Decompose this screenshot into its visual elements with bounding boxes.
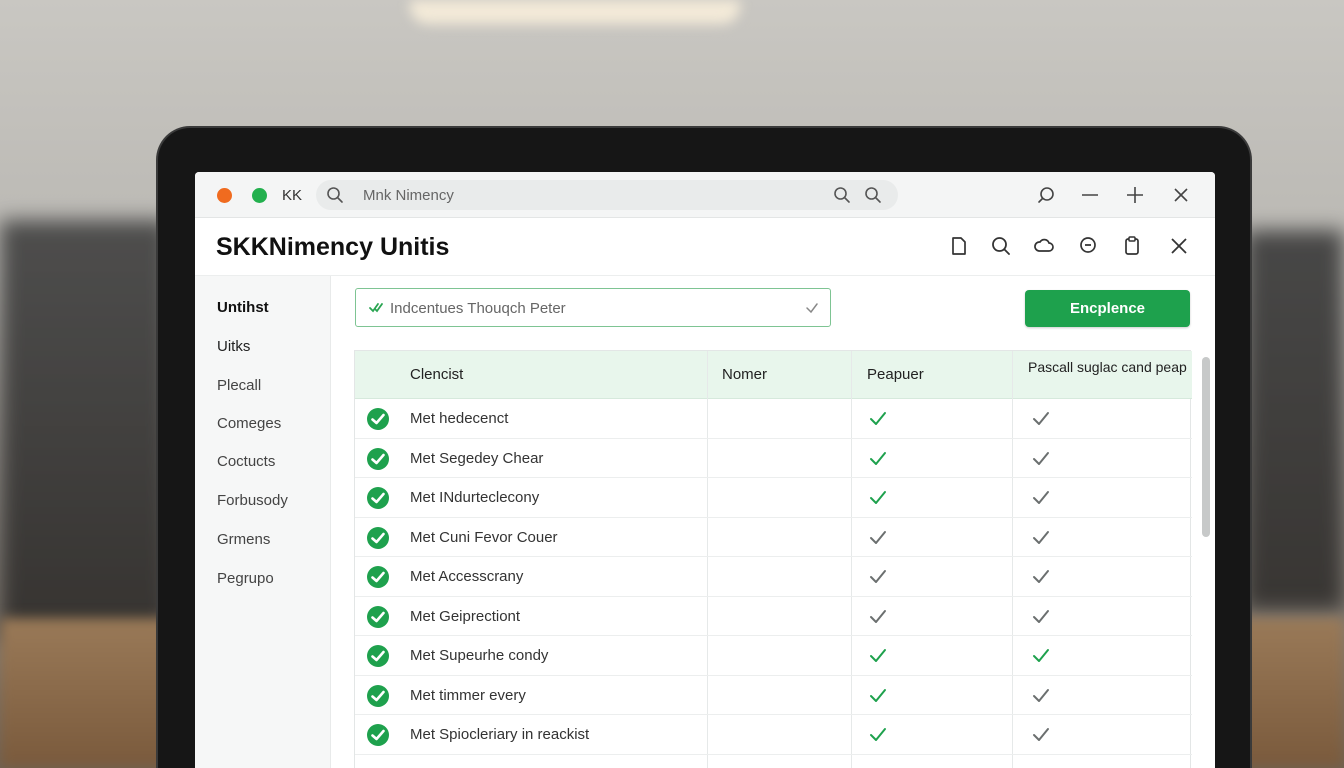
sidebar-item-grmens[interactable]: Grmens bbox=[217, 531, 270, 548]
clipboard-icon[interactable] bbox=[1120, 234, 1144, 258]
check-circle-icon[interactable] bbox=[366, 526, 390, 550]
row-name: Met Geiprectiont bbox=[410, 607, 521, 625]
double-check-icon bbox=[369, 303, 383, 313]
column-header[interactable]: Clencist bbox=[410, 366, 463, 383]
background-chair bbox=[0, 220, 170, 640]
table-header: Clencist Nomer Peapuer Pascall suglac ca… bbox=[355, 351, 1192, 399]
check-icon bbox=[1031, 410, 1051, 428]
check-icon bbox=[1031, 608, 1051, 626]
table-row[interactable]: Met hedecenct bbox=[355, 399, 1192, 439]
check-icon bbox=[806, 303, 818, 314]
check-circle-icon[interactable] bbox=[366, 723, 390, 747]
check-icon bbox=[868, 608, 888, 626]
message-icon[interactable] bbox=[1076, 234, 1100, 258]
check-circle-icon[interactable] bbox=[366, 644, 390, 668]
sidebar-item-coctucts[interactable]: Coctucts bbox=[217, 453, 275, 470]
minimize-icon[interactable] bbox=[1079, 184, 1101, 206]
page-title: SKKNimency Unitis bbox=[216, 233, 450, 261]
check-icon bbox=[1031, 489, 1051, 507]
table-row[interactable]: Met Cuni Fevor Couer bbox=[355, 518, 1192, 557]
check-icon bbox=[1031, 647, 1051, 665]
check-icon bbox=[1031, 687, 1051, 705]
check-icon bbox=[868, 489, 888, 507]
sidebar-item-pegrupo[interactable]: Pegrupo bbox=[217, 570, 274, 587]
close-icon[interactable] bbox=[1170, 184, 1192, 206]
row-name: Met hedecenct bbox=[410, 410, 509, 427]
row-name: Met Spiocleriary in reackist bbox=[410, 726, 590, 743]
check-circle-icon[interactable] bbox=[366, 486, 390, 510]
check-icon bbox=[1031, 568, 1051, 586]
check-icon bbox=[868, 568, 888, 586]
check-circle-icon[interactable] bbox=[366, 407, 390, 431]
title-bar: KK Mnk Nimency bbox=[195, 172, 1215, 218]
row-name: Met timmer every bbox=[410, 686, 526, 704]
row-name: Met Cuni Fevor Couer bbox=[410, 528, 558, 546]
primary-action-button[interactable]: Encplence bbox=[1025, 290, 1190, 327]
row-name: Met Segedey Chear bbox=[410, 449, 544, 467]
app-window: KK Mnk Nimency SKKNimency Unitis Untihst… bbox=[195, 172, 1215, 768]
check-icon bbox=[1031, 450, 1051, 468]
search-icon[interactable] bbox=[989, 234, 1013, 258]
check-icon bbox=[1031, 529, 1051, 547]
row-name: Met Supeurhe condy bbox=[410, 647, 549, 664]
check-icon bbox=[868, 450, 888, 468]
row-name: Met INdurteclecony bbox=[410, 489, 540, 506]
check-icon bbox=[868, 410, 888, 428]
table-row[interactable]: Met INdurteclecony bbox=[355, 478, 1192, 518]
ceiling-light bbox=[410, 0, 740, 24]
close-icon[interactable] bbox=[1167, 234, 1191, 258]
plus-icon[interactable] bbox=[1124, 184, 1146, 206]
sidebar-item-forbusody[interactable]: Forbusody bbox=[217, 492, 288, 509]
maximize-window-dot[interactable] bbox=[252, 188, 267, 203]
table-row[interactable]: Met timmer every bbox=[355, 676, 1192, 715]
background-monitor bbox=[1244, 230, 1344, 610]
column-header[interactable]: Peapuer bbox=[867, 366, 924, 383]
search-icon[interactable] bbox=[833, 186, 851, 204]
check-circle-icon[interactable] bbox=[366, 605, 390, 629]
check-icon bbox=[1031, 726, 1051, 744]
sidebar-item-uitks[interactable]: Uitks bbox=[217, 338, 250, 355]
row-name: Met Accesscrany bbox=[410, 568, 524, 585]
sidebar-item-plecall[interactable]: Plecall bbox=[217, 377, 261, 394]
filter-input-value: Indcentues Thouqch Peter bbox=[390, 300, 566, 317]
document-icon[interactable] bbox=[947, 234, 971, 258]
check-icon bbox=[868, 687, 888, 705]
table-row[interactable]: Met Supeurhe condy bbox=[355, 636, 1192, 676]
cloud-icon[interactable] bbox=[1032, 234, 1056, 258]
check-circle-icon[interactable] bbox=[366, 565, 390, 589]
table-row[interactable]: Met Segedey Chear bbox=[355, 439, 1192, 478]
column-header[interactable]: Nomer bbox=[722, 366, 767, 383]
search-icon[interactable] bbox=[864, 186, 882, 204]
column-header[interactable]: Pascall suglac cand peap bbox=[1028, 359, 1188, 375]
sidebar-item-comeges[interactable]: Comeges bbox=[217, 415, 281, 432]
close-window-dot[interactable] bbox=[217, 188, 232, 203]
address-search-text: Mnk Nimency bbox=[363, 187, 454, 204]
check-icon bbox=[868, 647, 888, 665]
check-icon bbox=[868, 726, 888, 744]
check-circle-icon[interactable] bbox=[366, 447, 390, 471]
table-row[interactable]: Met Geiprectiont bbox=[355, 597, 1192, 636]
search-icon bbox=[327, 187, 343, 203]
sidebar: Untihst Uitks Plecall Comeges Coctucts F… bbox=[195, 276, 331, 768]
scrollbar[interactable] bbox=[1202, 357, 1210, 537]
data-table: Clencist Nomer Peapuer Pascall suglac ca… bbox=[354, 350, 1192, 768]
sidebar-item-untihst[interactable]: Untihst bbox=[217, 299, 269, 316]
title-bar-label: KK bbox=[282, 187, 303, 204]
chat-bubble-icon[interactable] bbox=[1035, 184, 1057, 206]
address-search-bar[interactable]: Mnk Nimency bbox=[316, 180, 898, 210]
app-header: SKKNimency Unitis bbox=[195, 218, 1215, 276]
check-circle-icon[interactable] bbox=[366, 684, 390, 708]
table-row[interactable]: Met Spiocleriary in reackist bbox=[355, 715, 1192, 755]
check-icon bbox=[868, 529, 888, 547]
filter-input[interactable]: Indcentues Thouqch Peter bbox=[355, 288, 831, 327]
table-row[interactable]: Met Accesscrany bbox=[355, 557, 1192, 597]
